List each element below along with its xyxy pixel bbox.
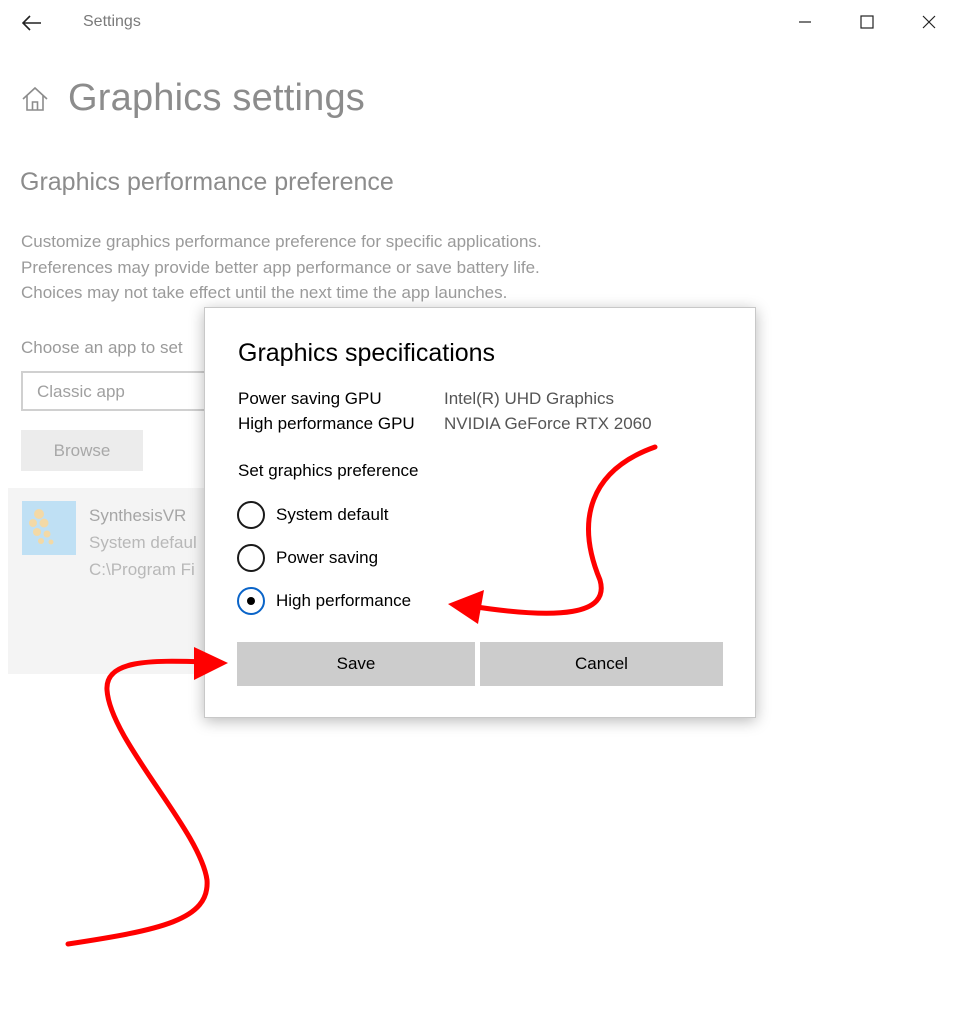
radio-label: Power saving [276, 548, 379, 567]
browse-button[interactable]: Browse [21, 430, 143, 471]
page-title: Graphics settings [68, 77, 365, 119]
window-title: Settings [83, 13, 141, 30]
radio-selected-dot [247, 597, 255, 605]
back-button[interactable] [14, 6, 50, 40]
radio-button-selected[interactable] [237, 587, 265, 615]
close-icon [922, 15, 936, 29]
radio-button[interactable] [237, 501, 265, 529]
radio-power-saving[interactable]: Power saving [237, 544, 497, 572]
arrow-to-save [65, 658, 210, 947]
radio-high-performance[interactable]: High performance [237, 587, 497, 615]
title-bar: Settings [0, 0, 960, 46]
minimize-icon [799, 21, 811, 23]
description-line: Customize graphics performance preferenc… [21, 232, 542, 251]
radio-label: System default [276, 505, 389, 524]
preference-label: Set graphics preference [238, 461, 419, 480]
description-text: Customize graphics performance preferenc… [21, 229, 542, 306]
app-type-value: Classic app [37, 382, 125, 401]
dialog-title: Graphics specifications [238, 339, 496, 367]
spec-value: NVIDIA GeForce RTX 2060 [444, 414, 652, 433]
spec-label: High performance GPU [238, 414, 415, 433]
minimize-button[interactable] [782, 4, 828, 40]
app-preference: System defaul [89, 533, 197, 552]
save-button[interactable]: Save [237, 642, 475, 686]
spec-value: Intel(R) UHD Graphics [444, 389, 615, 408]
description-line: Preferences may provide better app perfo… [21, 257, 540, 277]
section-heading: Graphics performance preference [20, 168, 394, 196]
cancel-button[interactable]: Cancel [480, 642, 723, 686]
description-line: Choices may not take effect until the ne… [21, 283, 508, 302]
close-button[interactable] [906, 4, 952, 40]
choose-app-label: Choose an app to set [21, 338, 183, 357]
home-icon[interactable] [20, 84, 50, 114]
back-arrow-icon [22, 15, 41, 31]
radio-button[interactable] [237, 544, 265, 572]
maximize-button[interactable] [844, 4, 890, 40]
maximize-icon [860, 15, 874, 29]
app-path: C:\Program Fi [89, 560, 195, 579]
radio-label: High performance [276, 591, 412, 610]
graphics-specifications-dialog: Graphics specifications Power saving GPU… [204, 307, 756, 718]
app-name: SynthesisVR [89, 506, 187, 525]
settings-window: Settings Graphics settings Graphics perf… [0, 0, 960, 1024]
spec-label: Power saving GPU [238, 389, 382, 408]
app-icon [22, 501, 76, 555]
radio-system-default[interactable]: System default [237, 501, 497, 529]
